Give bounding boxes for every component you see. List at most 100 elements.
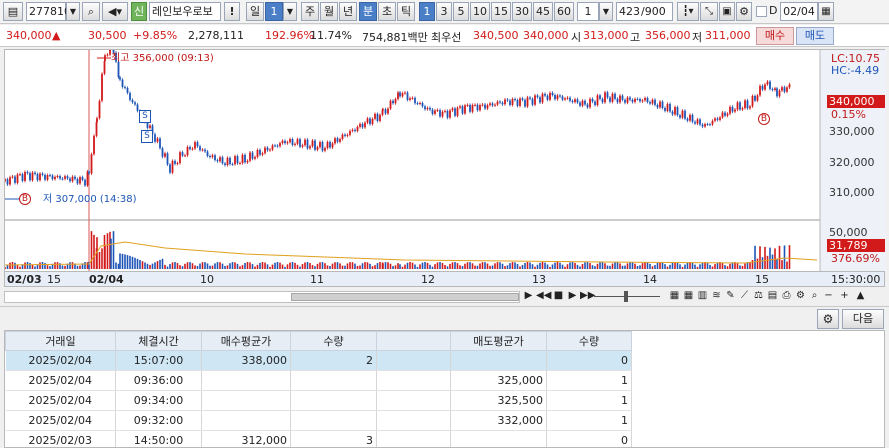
zoom-slider-handle[interactable] [624,291,628,302]
print-icon[interactable]: ⎙ [780,289,793,303]
trend-icon[interactable]: ⟋ [738,289,751,303]
candle-body [156,138,159,142]
candle-body [788,84,791,88]
low-annotation: 저 307,000 (14:38) [43,194,137,205]
table-row[interactable]: 2025/02/03 14:50:00 312,000 3 0 [5,430,632,447]
magnify-icon[interactable]: ⌕ [808,289,821,303]
interval-15[interactable]: 15 [491,2,511,21]
collapse-icon[interactable]: ▲ [854,289,867,303]
candle-body [364,122,366,128]
candle-body [221,157,224,164]
candle-body [88,171,90,174]
cell-blank [376,410,451,431]
volume-bar [181,266,184,269]
sell-marker[interactable]: S [139,110,151,123]
chart-canvas[interactable] [5,50,886,274]
interval-10[interactable]: 10 [470,2,490,21]
second-button[interactable]: 초 [378,2,396,21]
sound-icon[interactable]: ◀▾ [102,2,128,21]
col-header-buy-avg[interactable]: 매수평균가 [201,331,291,351]
table-row[interactable]: 2025/02/04 09:32:00 332,000 1 [5,410,632,431]
date-checkbox[interactable] [756,6,767,17]
stock-name-field[interactable]: 레인보우로보 [149,2,221,21]
col-header-buy-qty[interactable]: 수량 [290,331,377,351]
minute-button[interactable]: 분 [359,2,377,21]
col-header-date[interactable]: 거래일 [5,331,116,351]
scroll-right-icon[interactable]: ▶ [522,289,535,303]
save-icon[interactable]: ▣ [719,2,735,21]
draw-icon[interactable]: ✎ [724,289,737,303]
volume-bar [44,263,46,269]
buy-marker[interactable]: B [758,113,770,125]
period-number[interactable]: 1 [265,2,283,21]
zoom-in-icon[interactable]: + [838,289,851,303]
image-icon[interactable]: ▤ [766,289,779,303]
price-chart[interactable]: LC:10.75 HC:-4.49 340,000 0.15% 330,000 … [4,49,886,274]
count-current[interactable]: 423 [616,2,642,21]
gear-icon[interactable]: ⚙ [817,309,839,329]
interval-3[interactable]: 3 [436,2,452,21]
buy-button[interactable]: 매수 [756,27,794,45]
sell-marker[interactable]: S [141,130,153,143]
forward-icon[interactable]: ▶▶ [580,289,595,303]
table-row[interactable]: 2025/02/04 09:34:00 325,500 1 [5,390,632,411]
window-menu-icon[interactable]: ▤ [3,2,23,21]
cell-sell-avg: 325,500 [450,390,547,411]
candle-body [781,87,783,91]
indicator-icon[interactable]: ≋ [710,289,723,303]
col-header-sell-qty[interactable]: 수량 [546,331,632,351]
year-button[interactable]: 년 [339,2,357,21]
candle-type-icon[interactable]: ┇▾ [677,2,699,21]
buy-marker[interactable]: B [19,193,31,205]
period-dropdown-icon[interactable]: ▼ [283,2,297,21]
best-bid: 340,000 [523,29,569,42]
layout-icon[interactable]: ▦ [668,289,681,303]
week-button[interactable]: 주 [301,2,319,21]
scroll-thumb[interactable] [291,293,519,301]
scroll-track[interactable] [4,291,520,303]
stock-code-input[interactable]: 277810 [26,2,71,21]
analysis-icon[interactable]: ⚖ [752,289,765,303]
chart-settings-icon[interactable]: ⚙ [794,289,807,303]
table-row[interactable]: 2025/02/04 15:07:00 338,000 2 0 [5,350,632,371]
interval-30[interactable]: 30 [512,2,532,21]
candle-body [511,99,514,105]
volume-bar [31,264,34,269]
alert-button[interactable]: ! [224,2,240,21]
interval-60[interactable]: 60 [554,2,574,21]
stop-icon[interactable]: ■ [552,289,565,303]
candle-body [579,102,581,106]
search-icon[interactable]: ⌕ [82,2,100,21]
interval-dropdown-icon[interactable]: ▼ [599,2,613,21]
interval-45[interactable]: 45 [533,2,553,21]
rewind-icon[interactable]: ◀◀ [536,289,551,303]
volume-bar [411,262,414,269]
calendar-icon[interactable]: ▦ [818,2,834,21]
volume-bar [426,262,429,269]
interval-input[interactable]: 1 [577,2,599,21]
candle-body [371,118,374,125]
col-header-sell-avg[interactable]: 매도평균가 [450,331,547,351]
date-input[interactable]: 02/04 [780,2,818,21]
zoom-out-icon[interactable]: − [822,289,835,303]
sell-button[interactable]: 매도 [796,27,834,45]
chart-scroll-bar[interactable]: ▶ ◀◀ ■ ▶ ▶▶ ▦ ▦ ▥ ≋ ✎ ⟋ ⚖ ▤ ⎙ ⚙ ⌕ − + ▲ [4,289,885,305]
candle-body [449,110,451,118]
col-header-time[interactable]: 체결시간 [115,331,202,351]
interval-1[interactable]: 1 [419,2,435,21]
candle-body [719,117,721,120]
next-button[interactable]: 다음 [842,309,884,329]
crosshair-icon[interactable]: ⤡ [700,2,718,21]
table-row[interactable]: 2025/02/04 09:36:00 325,000 1 [5,370,632,391]
compare-icon[interactable]: ▥ [696,289,709,303]
code-dropdown-icon[interactable]: ▼ [66,2,80,21]
volume-bar [536,264,539,269]
gear-icon[interactable]: ⚙ [736,2,752,21]
period-day-button[interactable]: 일 [246,2,264,21]
grid-icon[interactable]: ▦ [682,289,695,303]
interval-5[interactable]: 5 [453,2,469,21]
tick-button[interactable]: 틱 [397,2,415,21]
play-icon[interactable]: ▶ [566,289,579,303]
month-button[interactable]: 월 [320,2,338,21]
candle-body [336,138,339,142]
